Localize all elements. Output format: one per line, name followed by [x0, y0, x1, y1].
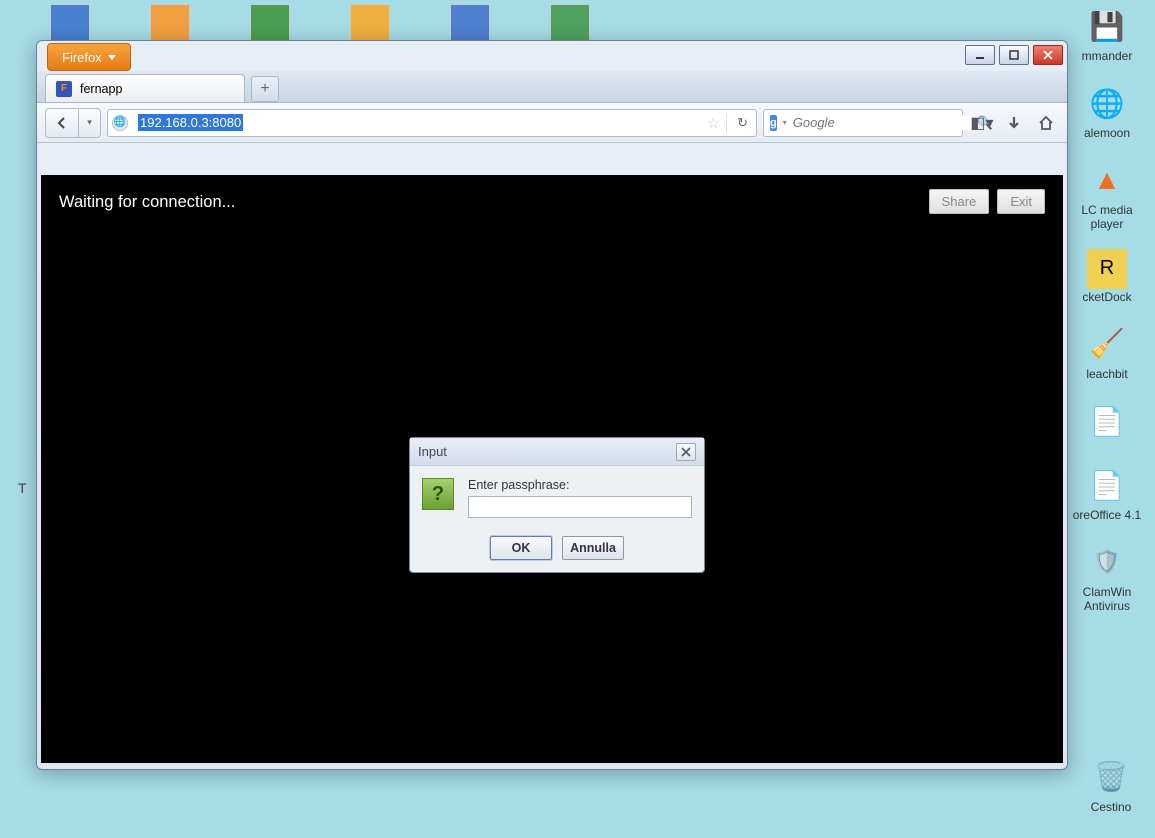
rocket-icon: R: [1087, 249, 1127, 289]
desktop-top-icon[interactable]: [350, 4, 390, 44]
separator: [726, 114, 727, 132]
connection-status: Waiting for connection...: [59, 193, 235, 212]
exit-button[interactable]: Exit: [997, 189, 1045, 214]
document-icon: 📄: [1085, 463, 1129, 507]
search-input[interactable]: [793, 115, 971, 130]
home-icon: [1037, 114, 1055, 132]
desktop-icon-libreoffice[interactable]: 📄oreOffice 4.1: [1071, 463, 1143, 522]
download-icon: [1006, 115, 1022, 131]
bookmarks-menu-button[interactable]: ◧▾: [969, 110, 995, 136]
engine-caret-icon[interactable]: ▾: [783, 118, 787, 127]
desktop-right-icons: 💾mmander 🌐alemoon ▲LC media player Rcket…: [1067, 4, 1147, 613]
close-button[interactable]: [1033, 45, 1063, 65]
desktop-top-icon[interactable]: [450, 4, 490, 44]
minimize-button[interactable]: [965, 45, 995, 65]
arrow-left-icon: [54, 115, 70, 131]
desktop-top-icons: [50, 4, 1155, 44]
firefox-titlebar[interactable]: Firefox: [37, 41, 1067, 71]
plus-icon: +: [260, 80, 269, 98]
new-tab-button[interactable]: +: [251, 76, 279, 102]
desktop-icon-bleachbit[interactable]: 🧹leachbit: [1071, 322, 1143, 381]
search-bar[interactable]: g ▾ 🔍: [763, 109, 963, 137]
page-content: Waiting for connection... Share Exit Inp…: [41, 175, 1063, 763]
desktop-top-icon[interactable]: [250, 4, 290, 44]
broom-icon: 🧹: [1085, 322, 1129, 366]
passphrase-label: Enter passphrase:: [468, 478, 692, 492]
firefox-menu-button[interactable]: Firefox: [47, 43, 131, 71]
desktop-icon-vlc[interactable]: ▲LC media player: [1071, 158, 1143, 230]
back-dropdown-button[interactable]: ▾: [79, 108, 101, 138]
floppy-icon: 💾: [1085, 4, 1129, 48]
shield-icon: 🛡️: [1085, 540, 1129, 584]
trash-icon: 🗑️: [1089, 755, 1133, 799]
desktop-icon-rocketdock[interactable]: RcketDock: [1071, 249, 1143, 304]
dialog-fields: Enter passphrase:: [468, 478, 692, 518]
firefox-toolbar: ▾ 🌐 192.168.0.3:8080 ☆ ↻ g ▾ 🔍 ◧▾: [37, 103, 1067, 143]
desktop-edge-char: T: [18, 480, 27, 496]
file-icon: 📄: [1085, 399, 1129, 443]
maximize-button[interactable]: [999, 45, 1029, 65]
close-icon: [681, 447, 691, 457]
cone-icon: ▲: [1085, 158, 1129, 202]
back-button[interactable]: [45, 108, 79, 138]
passphrase-input[interactable]: [468, 496, 692, 518]
desktop-top-icon[interactable]: [150, 4, 190, 44]
cancel-button[interactable]: Annulla: [562, 536, 624, 560]
input-dialog: Input ? Enter passphrase: OK Annulla: [409, 437, 705, 573]
desktop-icon-generic[interactable]: 📄: [1071, 399, 1143, 445]
tab-title: fernapp: [80, 82, 122, 96]
ok-button[interactable]: OK: [490, 536, 552, 560]
desktop-icon-clamwin[interactable]: 🛡️ClamWin Antivirus: [1077, 540, 1137, 612]
url-bar[interactable]: 🌐 192.168.0.3:8080 ☆ ↻: [107, 109, 757, 137]
desktop-icon-commander[interactable]: 💾mmander: [1071, 4, 1143, 63]
window-controls: [965, 45, 1063, 65]
downloads-button[interactable]: [1001, 110, 1027, 136]
favicon-icon: F: [56, 81, 72, 97]
dialog-titlebar[interactable]: Input: [410, 438, 704, 466]
firefox-tabstrip: F fernapp +: [37, 71, 1067, 103]
desktop-icon-trash[interactable]: 🗑️Cestino: [1075, 755, 1147, 814]
home-button[interactable]: [1033, 110, 1059, 136]
bookmark-star-button[interactable]: ☆: [707, 114, 720, 132]
minimize-icon: [975, 50, 985, 60]
dialog-buttons: OK Annulla: [410, 530, 704, 572]
maximize-icon: [1009, 50, 1019, 60]
globe-icon: 🌐: [112, 115, 128, 131]
url-text[interactable]: 192.168.0.3:8080: [134, 113, 701, 132]
dialog-title-text: Input: [418, 444, 447, 459]
desktop-icon-palemoon[interactable]: 🌐alemoon: [1071, 81, 1143, 140]
content-action-buttons: Share Exit: [929, 189, 1045, 214]
desktop-top-icon[interactable]: [50, 4, 90, 44]
dialog-body: ? Enter passphrase:: [410, 466, 704, 530]
desktop-top-icon[interactable]: [550, 4, 590, 44]
caret-down-icon: [108, 55, 116, 60]
question-icon: ?: [422, 478, 454, 510]
history-icon: ▾: [87, 117, 92, 128]
reload-button[interactable]: ↻: [733, 115, 752, 131]
dialog-close-button[interactable]: [676, 443, 696, 461]
tab-fernapp[interactable]: F fernapp: [45, 74, 245, 102]
moon-icon: 🌐: [1085, 81, 1129, 125]
firefox-window: Firefox F fernapp + ▾ 🌐 192.168.0.3:8080…: [36, 40, 1068, 770]
firefox-menu-label: Firefox: [62, 50, 102, 65]
share-button[interactable]: Share: [929, 189, 990, 214]
google-engine-icon[interactable]: g: [770, 115, 777, 131]
close-icon: [1043, 50, 1053, 60]
